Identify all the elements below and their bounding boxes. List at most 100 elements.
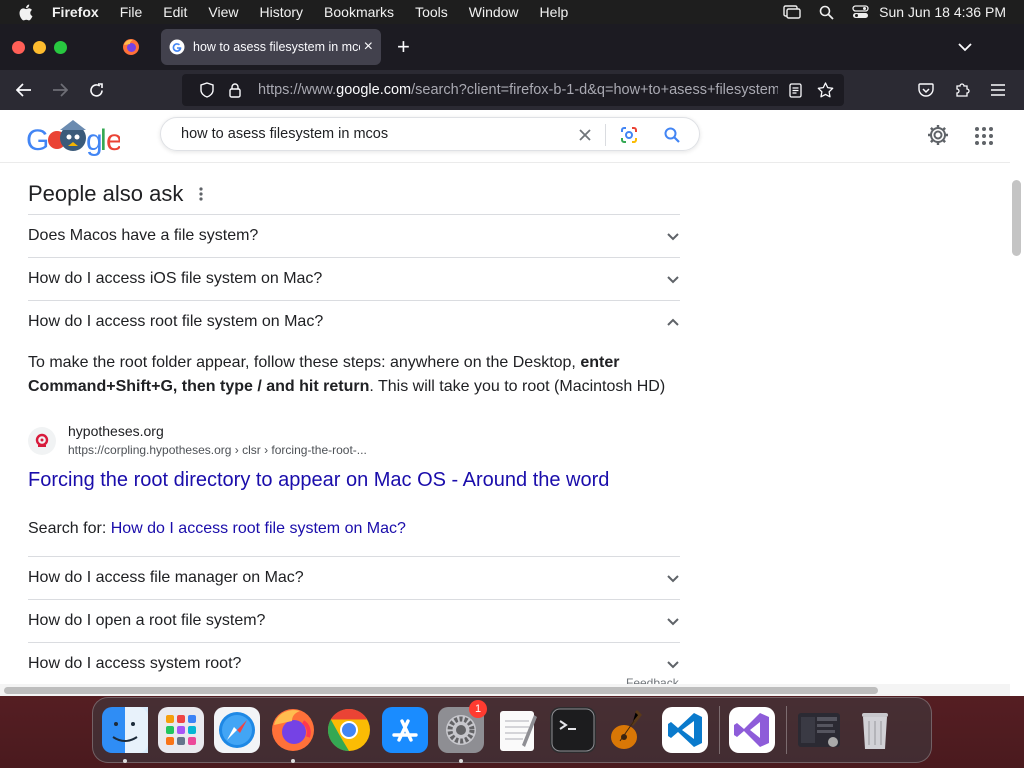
source-breadcrumb: https://corpling.hypotheses.org › clsr ›… [68, 443, 367, 457]
dock-garageband[interactable] [605, 706, 653, 754]
dock-finder[interactable] [101, 706, 149, 763]
terminal-icon [550, 707, 596, 753]
menu-edit[interactable]: Edit [163, 4, 187, 20]
search-input[interactable] [181, 126, 561, 142]
tab-active[interactable]: how to asess filesystem in mcos × [161, 29, 381, 65]
dock-vscode[interactable] [661, 706, 709, 754]
settings-gear-icon[interactable] [926, 123, 950, 152]
new-tab-button[interactable]: + [397, 34, 410, 60]
menu-tools[interactable]: Tools [415, 4, 448, 20]
app-store-icon [382, 707, 428, 753]
spotlight-search-icon[interactable] [819, 5, 834, 20]
source-site-name: hypotheses.org [68, 423, 164, 439]
search-submit-icon[interactable] [662, 125, 682, 150]
dock-chrome[interactable] [325, 706, 373, 754]
safari-icon [214, 707, 260, 753]
paa-heading: People also ask [28, 174, 680, 214]
lock-icon[interactable] [224, 82, 246, 98]
nav-toolbar: https://www.google.com/search?client=fir… [0, 70, 1024, 110]
menu-firefox[interactable]: Firefox [52, 4, 99, 20]
paa-answer-snippet: To make the root folder appear, follow t… [28, 354, 666, 395]
extensions-puzzle-icon[interactable] [944, 82, 980, 98]
dock-textedit[interactable] [493, 706, 541, 754]
pocket-icon[interactable] [908, 82, 944, 98]
menu-help[interactable]: Help [540, 4, 569, 20]
forward-button[interactable] [42, 74, 78, 106]
paa-more-questions: How do I access file manager on Mac? How… [28, 556, 680, 685]
google-lens-icon[interactable] [619, 125, 639, 150]
tab-close-icon[interactable]: × [364, 38, 373, 56]
dock-separator [786, 706, 787, 754]
chevron-down-icon [667, 232, 679, 240]
apple-menu-icon[interactable] [18, 4, 36, 21]
paa-question[interactable]: How do I access file manager on Mac? [28, 556, 680, 599]
more-options-kebab-icon[interactable] [199, 187, 203, 201]
search-box[interactable] [160, 117, 700, 151]
paa-question[interactable]: How do I access iOS file system on Mac? [28, 257, 680, 300]
url-text[interactable]: https://www.google.com/search?client=fir… [258, 82, 778, 98]
firefox-icon [123, 39, 139, 55]
menu-view[interactable]: View [208, 4, 238, 20]
vertical-scrollbar[interactable] [1012, 180, 1021, 256]
reader-view-icon[interactable] [784, 82, 806, 98]
result-title-link[interactable]: Forcing the root directory to appear on … [28, 469, 680, 492]
menu-clock[interactable]: Sun Jun 18 4:36 PM [879, 4, 1006, 20]
dock-system-settings[interactable]: 1 [437, 700, 487, 763]
chevron-down-icon [667, 660, 679, 668]
dock: 1 [92, 697, 932, 763]
dock-visual-studio[interactable] [728, 706, 776, 754]
google-doodle-logo[interactable]: G g l e [26, 118, 123, 158]
tab-list-chevron-icon[interactable] [958, 42, 972, 52]
paa-question[interactable]: How do I access system root? [28, 642, 680, 685]
visual-studio-icon [729, 707, 775, 753]
search-divider [605, 124, 606, 146]
source-meta: hypotheses.org https://corpling.hypothes… [68, 423, 367, 457]
dock-app-store[interactable] [381, 706, 429, 754]
tracking-protection-shield-icon[interactable] [196, 82, 218, 98]
pinned-tab-firefox[interactable] [111, 24, 151, 70]
zoom-window-button[interactable] [54, 40, 67, 54]
menu-file[interactable]: File [120, 4, 143, 20]
dock-firefox[interactable] [269, 706, 317, 763]
google-results-page: G g l e how to asess filesystem in mcos … [0, 110, 1024, 696]
hamburger-menu-icon[interactable] [980, 84, 1016, 96]
google-favicon-icon [169, 39, 185, 55]
menu-history[interactable]: History [259, 4, 303, 20]
paa-question[interactable]: Does Macos have a file system? [28, 214, 680, 257]
address-bar[interactable]: https://www.google.com/search?client=fir… [182, 74, 844, 106]
people-also-ask: People also ask Does Macos have a file s… [28, 174, 680, 685]
menu-window[interactable]: Window [469, 4, 519, 20]
firefox-window: how to asess filesystem in mcos × + http… [0, 24, 1024, 696]
reload-icon [89, 82, 103, 97]
dock-trash[interactable] [851, 706, 899, 754]
window-controls [12, 40, 75, 54]
textedit-icon [500, 711, 537, 751]
garageband-guitar-icon [611, 709, 643, 749]
tab-bar: how to asess filesystem in mcos × + [0, 24, 1024, 70]
chevron-down-icon [667, 275, 679, 283]
paa-question-expanded[interactable]: How do I access root file system on Mac? [28, 300, 680, 343]
search-for-suggestion: Search for: How do I access root file sy… [28, 520, 406, 537]
back-button[interactable] [6, 74, 42, 106]
clear-search-icon[interactable] [575, 125, 595, 150]
dock-launchpad[interactable] [157, 706, 205, 754]
reload-button[interactable] [78, 74, 114, 106]
search-for-link[interactable]: How do I access root file system on Mac? [111, 520, 406, 537]
menu-bookmarks[interactable]: Bookmarks [324, 4, 394, 20]
minimized-window-thumbnail-icon [798, 713, 840, 747]
dock-window-preview[interactable] [795, 706, 843, 754]
google-apps-grid-icon[interactable] [974, 126, 994, 151]
source-favicon-icon [28, 427, 56, 455]
dock-terminal[interactable] [549, 706, 597, 754]
close-window-button[interactable] [12, 40, 25, 54]
bookmark-star-icon[interactable] [814, 82, 836, 98]
finder-icon [102, 707, 148, 753]
dock-safari[interactable] [213, 706, 261, 754]
control-center-icon[interactable] [852, 5, 869, 19]
horizontal-scrollbar[interactable] [4, 687, 878, 694]
paa-question[interactable]: How do I open a root file system? [28, 599, 680, 642]
minimize-window-button[interactable] [33, 40, 46, 54]
answer-source[interactable]: hypotheses.org https://corpling.hypothes… [28, 423, 680, 457]
chevron-down-icon [667, 617, 679, 625]
screen-mirroring-icon[interactable] [783, 5, 801, 19]
